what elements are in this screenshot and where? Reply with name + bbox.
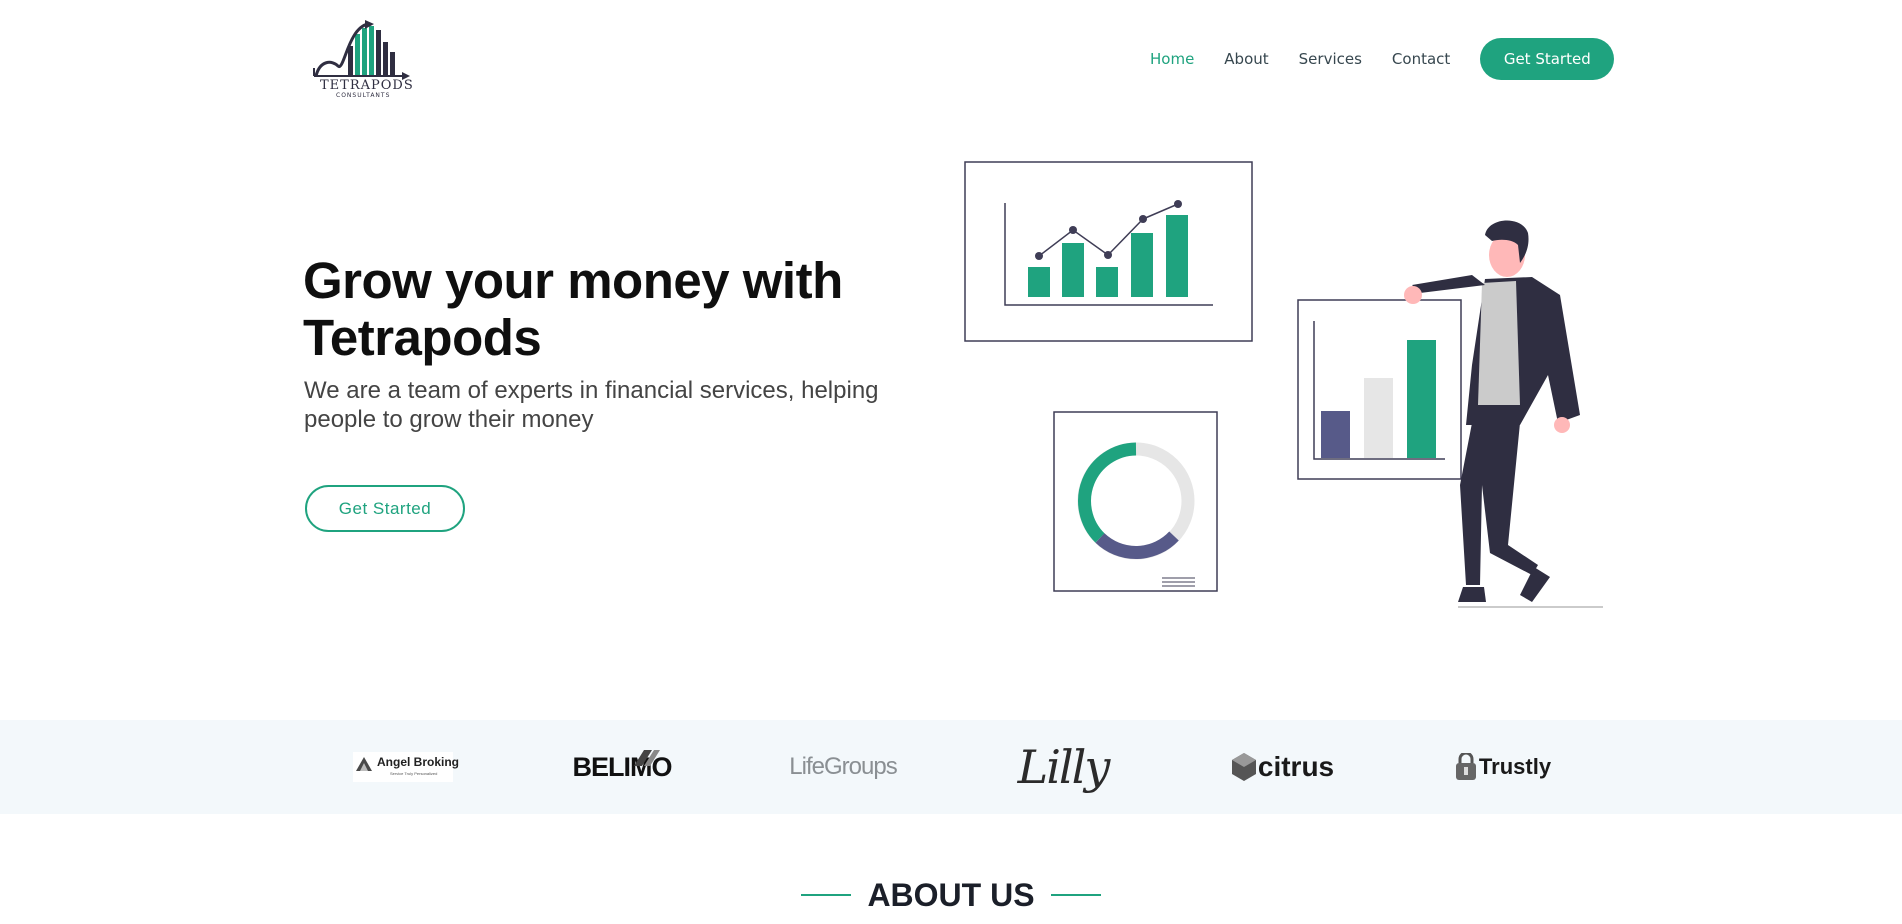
client-lifegroups-name: LifeGroups: [789, 753, 897, 780]
logo-subtext: CONSULTANTS: [336, 92, 391, 99]
heading-divider-right: [1050, 894, 1101, 896]
nav-get-started-button[interactable]: Get Started: [1480, 38, 1615, 80]
nav-home-link[interactable]: Home: [1150, 50, 1194, 68]
clients-band: Angel Broking Service Truly Personalized…: [0, 720, 1902, 814]
finance-illustration-icon: [964, 161, 1603, 608]
client-trustly[interactable]: Trustly: [1433, 720, 1573, 814]
client-trustly-name: Trustly: [1478, 754, 1552, 779]
client-citrus-name: citrus: [1257, 751, 1335, 782]
nav-contact-link[interactable]: Contact: [1392, 50, 1450, 68]
logo-wordmark: TETRAPODS: [320, 78, 414, 93]
client-lilly-name: Lilly: [1017, 740, 1111, 794]
nav-services-link[interactable]: Services: [1299, 50, 1362, 68]
client-lifegroups[interactable]: LifeGroups: [773, 720, 913, 814]
belimo-mark-icon: [634, 750, 660, 766]
client-citrus[interactable]: citrus: [1213, 720, 1353, 814]
about-section-heading: ABOUT US: [0, 870, 1902, 920]
trustly-logo-icon: [1455, 753, 1476, 780]
hero-subtitle: We are a team of experts in financial se…: [304, 377, 879, 433]
about-heading: ABOUT US: [867, 876, 1035, 913]
client-angel-broking[interactable]: Angel Broking Service Truly Personalized: [333, 720, 473, 814]
citrus-logo-icon: [1231, 753, 1256, 781]
hero-get-started-button[interactable]: Get Started: [305, 485, 465, 532]
hero-illustration: [960, 155, 1610, 615]
site-header: TETRAPODS CONSULTANTS Home About Service…: [0, 0, 1902, 118]
hero-title: Grow your money with Tetrapods: [303, 252, 843, 366]
nav-about-link[interactable]: About: [1224, 50, 1268, 68]
heading-divider-left: [801, 894, 852, 896]
client-angel-name: Angel Broking: [377, 755, 460, 769]
client-lilly[interactable]: Lilly: [993, 720, 1133, 814]
client-angel-tagline: Service Truly Personalized: [390, 771, 438, 776]
client-belimo[interactable]: BELIMO: [552, 720, 692, 814]
main-nav: Home About Services Contact Get Started: [1150, 38, 1615, 80]
tetrapods-logo[interactable]: TETRAPODS CONSULTANTS: [310, 20, 425, 100]
